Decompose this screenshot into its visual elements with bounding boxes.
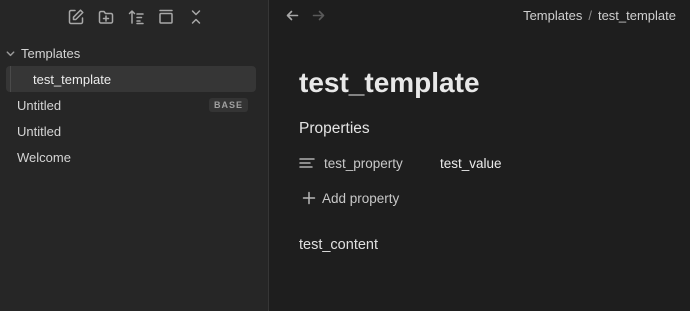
- breadcrumb-separator: /: [588, 7, 592, 23]
- property-row: test_property test_value: [299, 152, 690, 174]
- add-property-label: Add property: [322, 190, 400, 206]
- file-item-test-template[interactable]: test_template: [6, 66, 256, 92]
- new-folder-button[interactable]: [91, 4, 121, 30]
- properties-heading[interactable]: Properties: [299, 120, 690, 138]
- indent-guide: [10, 66, 11, 92]
- text-lines-icon[interactable]: [299, 156, 317, 170]
- new-note-button[interactable]: [61, 4, 91, 30]
- breadcrumb: Templates / test_template: [523, 8, 676, 23]
- arrow-right-icon: [312, 10, 325, 20]
- arrow-left-icon: [286, 10, 299, 20]
- add-property-button[interactable]: Add property: [299, 187, 690, 209]
- plus-icon: [302, 191, 316, 205]
- file-item-untitled[interactable]: Untitled: [0, 118, 268, 144]
- view-header: Templates / test_template: [269, 0, 690, 30]
- navigate-back-button[interactable]: [285, 4, 311, 26]
- new-folder-icon: [98, 10, 114, 24]
- sort-icon: [128, 10, 144, 25]
- editor-pane: Templates / test_template test_template …: [269, 0, 690, 311]
- file-label: Welcome: [17, 149, 71, 165]
- sort-button[interactable]: [121, 4, 151, 30]
- file-item-welcome[interactable]: Welcome: [0, 144, 268, 170]
- file-tree: Templates test_template Untitled BASE Un…: [0, 34, 268, 170]
- collapse-panel-button[interactable]: [151, 4, 181, 30]
- sidebar-toolbar: [0, 0, 268, 34]
- file-item-untitled-base[interactable]: Untitled BASE: [0, 92, 268, 118]
- navigate-forward-button[interactable]: [311, 4, 337, 26]
- file-label: test_template: [33, 71, 112, 87]
- note-content: test_template Properties test_property t…: [269, 66, 690, 253]
- breadcrumb-folder[interactable]: Templates: [523, 8, 582, 23]
- folder-label: Templates: [21, 45, 81, 61]
- collapse-panel-icon: [159, 9, 173, 24]
- file-explorer-sidebar: Templates test_template Untitled BASE Un…: [0, 0, 269, 311]
- note-title[interactable]: test_template: [299, 66, 690, 100]
- app-window: Templates test_template Untitled BASE Un…: [0, 0, 690, 311]
- collapse-all-icon: [191, 10, 201, 24]
- file-type-badge: BASE: [208, 98, 248, 112]
- folder-templates[interactable]: Templates: [0, 40, 268, 66]
- new-note-icon: [68, 9, 84, 25]
- file-label: Untitled: [17, 123, 62, 139]
- collapse-all-button[interactable]: [181, 4, 211, 30]
- breadcrumb-file[interactable]: test_template: [598, 8, 676, 23]
- property-value[interactable]: test_value: [440, 156, 502, 171]
- property-key[interactable]: test_property: [324, 156, 440, 171]
- note-body-text[interactable]: test_content: [299, 237, 690, 253]
- chevron-down-icon: [4, 47, 16, 59]
- file-label: Untitled: [17, 97, 62, 113]
